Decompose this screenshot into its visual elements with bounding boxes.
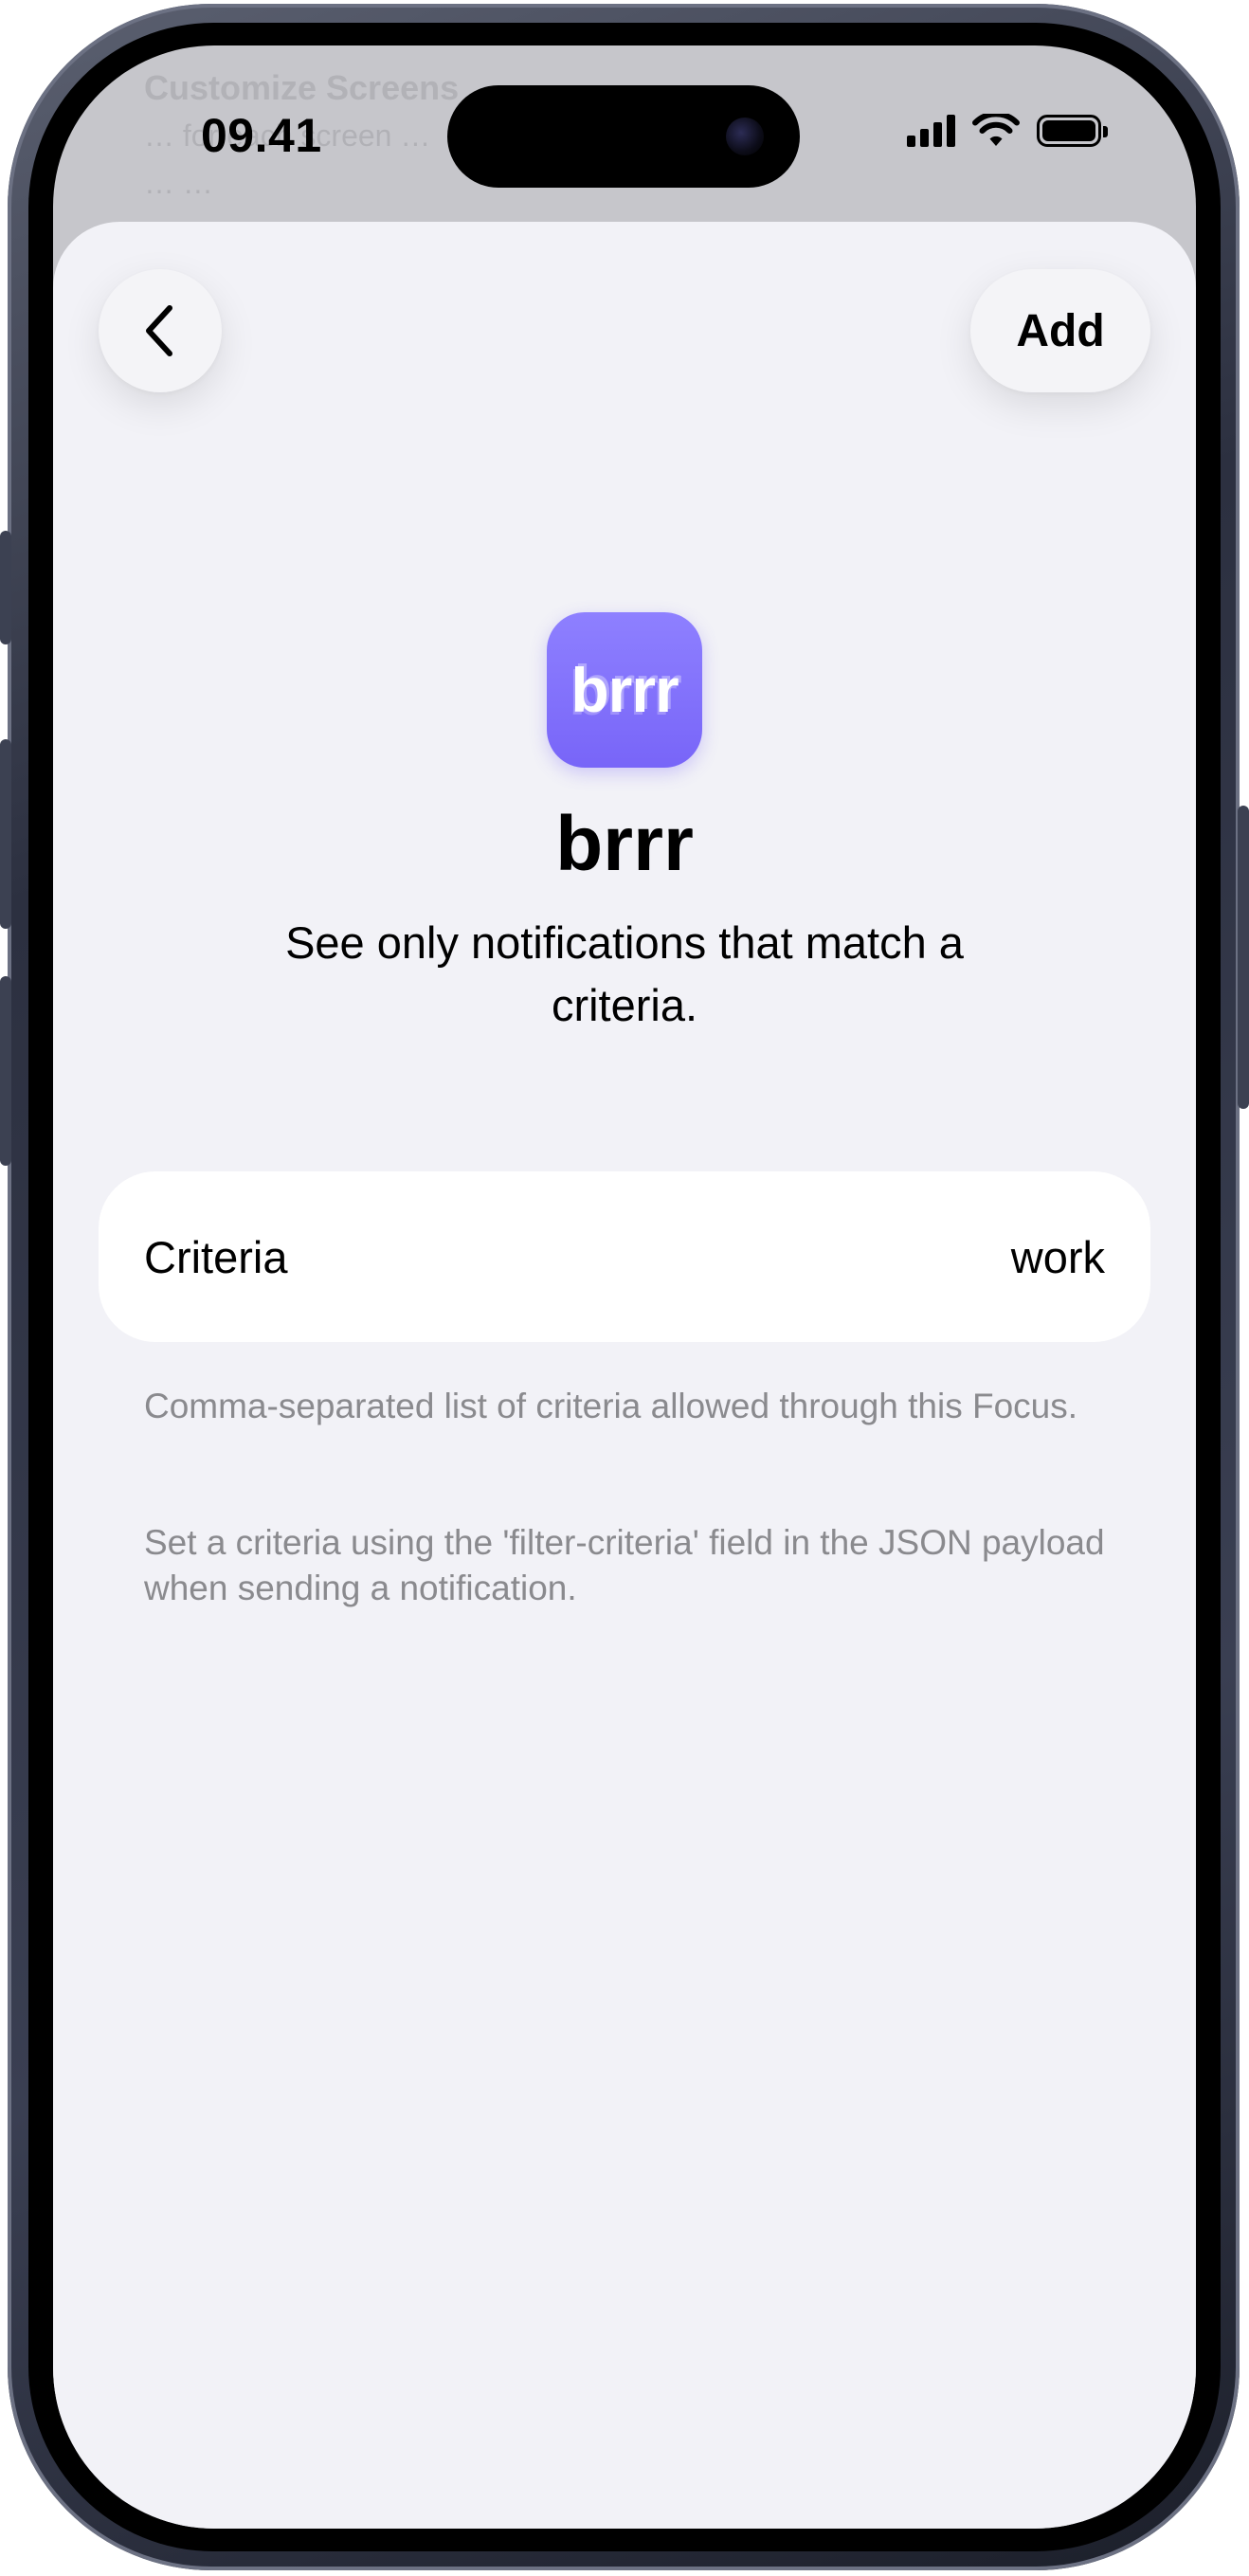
power-button: [1238, 806, 1249, 1109]
status-icons: [907, 112, 1108, 150]
criteria-label: Criteria: [144, 1231, 288, 1282]
criteria-help-text: Comma-separated list of criteria allowed…: [144, 1387, 1078, 1425]
background-line: … …: [144, 166, 213, 200]
criteria-field[interactable]: Criteria work: [99, 1171, 1150, 1342]
background-title: Customize Screens: [144, 68, 460, 107]
battery-icon: [1037, 115, 1108, 147]
criteria-payload-help-text: Set a criteria using the 'filter-criteri…: [144, 1523, 1105, 1607]
action-button: [0, 531, 11, 644]
wifi-icon: [972, 114, 1020, 146]
app-title: brrr: [555, 801, 694, 887]
home-indicator: [492, 2498, 757, 2508]
dynamic-island: [447, 85, 800, 188]
app-description: See only notifications that match a crit…: [285, 917, 964, 1030]
camera-lens: [726, 118, 764, 155]
status-time: 09.41: [201, 109, 322, 162]
volume-down-button: [0, 976, 11, 1166]
app-icon-logo: brrr: [570, 655, 679, 725]
app-icon: brrr: [547, 612, 702, 768]
add-button[interactable]: Add: [970, 269, 1150, 392]
criteria-value[interactable]: work: [1011, 1231, 1105, 1283]
cellular-signal-icon: [907, 115, 955, 147]
volume-up-button: [0, 739, 11, 929]
add-filter-sheet: Add brrr brrr See only notifications tha…: [53, 222, 1196, 2529]
chevron-left-icon: [146, 305, 172, 356]
back-button[interactable]: [99, 269, 222, 392]
screen: Customize Screens … for each screen … … …: [53, 45, 1196, 2529]
